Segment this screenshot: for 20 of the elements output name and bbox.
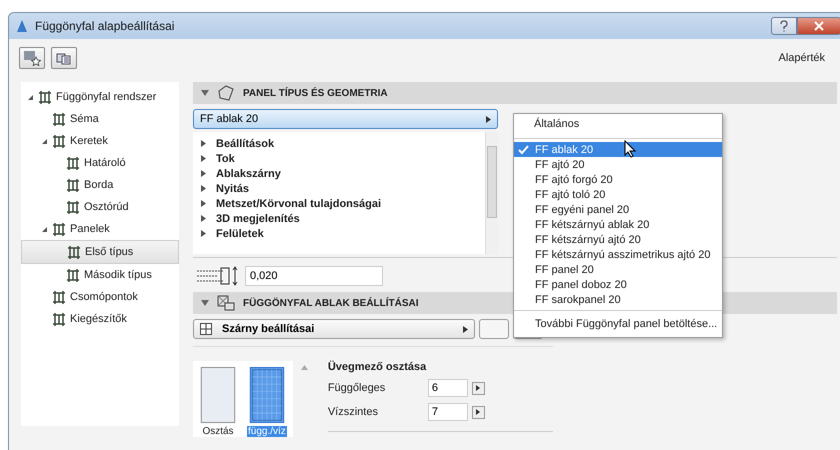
tree-item-label: Határoló: [84, 157, 126, 169]
division-option-label: Osztás: [201, 426, 235, 437]
tree-item-label: Kiegészítők: [70, 313, 127, 325]
section-title: FÜGGÖNYFAL ABLAK BEÁLLÍTÁSAI: [243, 298, 419, 308]
defaults-label: Alapérték: [778, 52, 825, 64]
tree-item-label: Séma: [70, 113, 99, 125]
division-option-label: függ./víz: [247, 426, 287, 437]
field-label: Vízszintes: [328, 406, 379, 418]
window-title: Függönyfal alapbeállításai: [35, 19, 174, 33]
tree-item-label: Második típus: [84, 269, 152, 281]
tree-item-label: Panelek: [70, 223, 110, 235]
field-label: Függőleges: [328, 382, 386, 394]
tree-item-label: Első típus: [85, 246, 134, 258]
tree-item-label: Függönyfal rendszer: [56, 91, 156, 103]
tree-item-label: Keretek: [70, 135, 108, 147]
tree-item-label: Csomópontok: [70, 291, 138, 303]
section-title: PANEL TÍPUS ÉS GEOMETRIA: [243, 88, 388, 98]
group-title: Üvegmező osztása: [328, 361, 428, 373]
tree-item-label: Borda: [84, 179, 114, 191]
tree-item-label: Osztórúd: [84, 201, 129, 213]
